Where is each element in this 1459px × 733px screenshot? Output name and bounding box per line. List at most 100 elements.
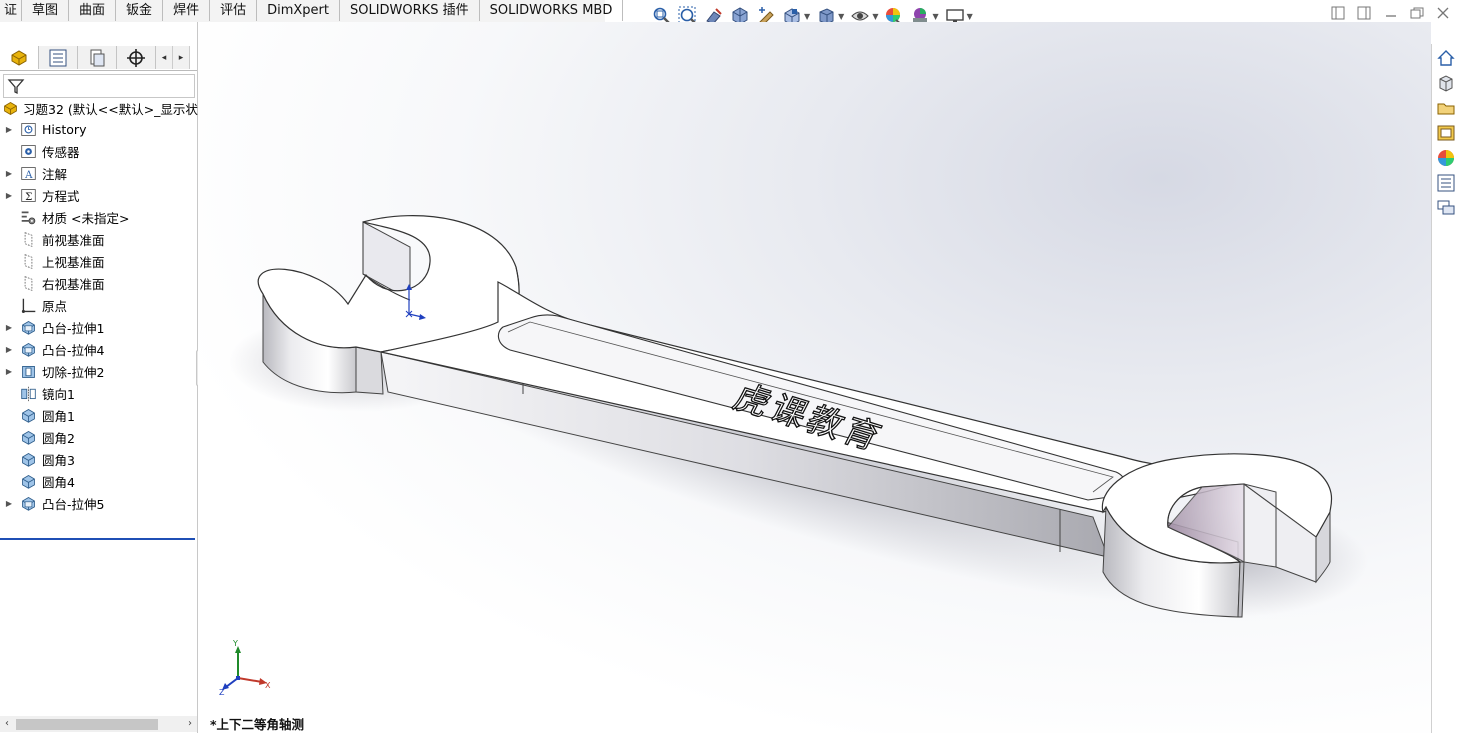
graphics-area[interactable]: 虎课教育 Y X Z *上下二等角轴测 (198, 22, 1431, 733)
expand-arrow-icon[interactable]: ▶ (0, 499, 18, 508)
tree-item-label: 前视基准面 (42, 232, 105, 248)
wrench-model[interactable]: 虎课教育 (198, 22, 1431, 733)
tab-scroll-right-icon[interactable]: ▸ (173, 46, 190, 69)
triad-y-label: Y (232, 639, 238, 648)
propertymanager-tab[interactable] (39, 46, 78, 69)
tree-item[interactable]: 前视基准面 (0, 228, 197, 250)
command-manager-tabs: 证 草图 曲面 钣金 焊件 评估 DimXpert SOLIDWORKS 插件 … (0, 0, 624, 23)
tree-item-label: 原点 (42, 298, 68, 314)
tree-item-label: 注解 (42, 166, 68, 182)
dimxpert-tab[interactable] (117, 46, 156, 69)
close-icon[interactable] (1435, 6, 1451, 20)
tab-sketch[interactable]: 草图 (22, 0, 70, 21)
tree-item[interactable]: 圆角4 (0, 470, 197, 492)
tab-evaluate[interactable]: 评估 (210, 0, 258, 21)
tree-horizontal-scrollbar[interactable]: ‹ › (0, 716, 197, 732)
custom-properties-icon[interactable] (1434, 172, 1458, 194)
tree-item[interactable]: 镜向1 (0, 382, 197, 404)
configurationmanager-tab[interactable] (78, 46, 117, 69)
triad-z-label: Z (219, 688, 225, 697)
filter-icon (7, 79, 25, 95)
tab-solidworks-mbd[interactable]: SOLIDWORKS MBD (480, 0, 624, 21)
home-icon[interactable] (1434, 47, 1458, 69)
scroll-right-icon[interactable]: › (183, 716, 197, 732)
tab-surface[interactable]: 曲面 (69, 0, 117, 21)
cut-extrude-icon (18, 362, 38, 380)
tree-item-label: 上视基准面 (42, 254, 105, 270)
tree-item-label: 圆角3 (42, 452, 75, 468)
configuration-icon (90, 49, 105, 66)
appearances-icon[interactable] (1434, 147, 1458, 169)
tab-feature[interactable]: 证 (0, 0, 23, 21)
tab-solidworks-addins[interactable]: SOLIDWORKS 插件 (340, 0, 480, 21)
tab-dimxpert[interactable]: DimXpert (257, 0, 340, 21)
tree-item[interactable]: 圆角3 (0, 448, 197, 470)
tree-item[interactable]: 传感器 (0, 140, 197, 162)
tree-item[interactable]: 圆角2 (0, 426, 197, 448)
tree-item[interactable]: 上视基准面 (0, 250, 197, 272)
feature-tree-filter[interactable] (3, 74, 195, 98)
scroll-thumb[interactable] (16, 719, 158, 730)
tree-item[interactable]: ▶ 切除-拉伸2 (0, 360, 197, 382)
expand-arrow-icon[interactable]: ▶ (0, 191, 18, 200)
tree-item-label: 方程式 (42, 188, 80, 204)
tree-item-label: 圆角4 (42, 474, 75, 490)
property-list-icon (49, 49, 67, 66)
fillet-icon (18, 406, 38, 424)
tree-item-label: 材质 <未指定> (42, 210, 130, 226)
tree-item[interactable]: ▶ Σ 方程式 (0, 184, 197, 206)
fillet-icon (18, 472, 38, 490)
tree-item[interactable]: ▶ 凸台-拉伸1 (0, 316, 197, 338)
tree-item[interactable]: 原点 (0, 294, 197, 316)
tree-item-label: 镜向1 (42, 386, 75, 402)
expand-arrow-icon[interactable]: ▶ (0, 367, 18, 376)
tab-sheet-metal[interactable]: 钣金 (116, 0, 164, 21)
chevron-down-icon[interactable]: ▼ (967, 12, 973, 21)
forum-icon[interactable] (1434, 197, 1458, 219)
design-library-icon[interactable] (1434, 72, 1458, 94)
tree-item[interactable]: 材质 <未指定> (0, 206, 197, 228)
scroll-left-icon[interactable]: ‹ (0, 716, 14, 732)
equation-icon: Σ (18, 186, 38, 204)
tile-left-icon[interactable] (1331, 6, 1347, 20)
tree-item[interactable]: ▶ A 注解 (0, 162, 197, 184)
chevron-down-icon[interactable]: ▼ (932, 12, 938, 21)
history-icon (18, 120, 38, 138)
expand-arrow-icon[interactable]: ▶ (0, 323, 18, 332)
reference-triad: Y X Z (219, 639, 271, 697)
tree-item[interactable]: 右视基准面 (0, 272, 197, 294)
tree-item[interactable]: ▶ 凸台-拉伸4 (0, 338, 197, 360)
view-orientation-label: *上下二等角轴测 (210, 717, 305, 732)
tab-weldments[interactable]: 焊件 (163, 0, 211, 21)
expand-arrow-icon[interactable]: ▶ (0, 169, 18, 178)
window-controls (1331, 6, 1451, 20)
manager-pane: ◂ ▸ 习题32 (默认<<默认>_显示状态 ▶ History 传感器 ▶ A 注解 ▶ Σ… (0, 22, 210, 733)
crosshair-icon (127, 48, 145, 67)
tree-root-part[interactable]: 习题32 (默认<<默认>_显示状态 (0, 98, 210, 118)
boss-extrude-icon (18, 494, 38, 512)
file-explorer-icon[interactable] (1434, 97, 1458, 119)
tree-item-label: 右视基准面 (42, 276, 105, 292)
tree-item-label: 凸台-拉伸1 (42, 320, 105, 336)
chevron-down-icon[interactable]: ▼ (838, 12, 844, 21)
rollback-bar[interactable] (0, 538, 195, 540)
material-icon (18, 208, 38, 226)
view-palette-icon[interactable] (1434, 122, 1458, 144)
restore-icon[interactable] (1409, 6, 1425, 20)
chevron-down-icon[interactable]: ▼ (872, 12, 878, 21)
expand-arrow-icon[interactable]: ▶ (0, 345, 18, 354)
chevron-down-icon[interactable]: ▼ (804, 12, 810, 21)
tree-item[interactable]: ▶ 凸台-拉伸5 (0, 492, 197, 514)
svg-text:Σ: Σ (25, 191, 32, 202)
expand-arrow-icon[interactable]: ▶ (0, 125, 18, 134)
tree-item-label: 圆角2 (42, 430, 75, 446)
tab-scroll-left-icon[interactable]: ◂ (156, 46, 173, 69)
minimize-icon[interactable] (1383, 6, 1399, 20)
tree-item-label: 凸台-拉伸4 (42, 342, 105, 358)
featuremanager-tab[interactable] (0, 46, 39, 69)
tile-right-icon[interactable] (1357, 6, 1373, 20)
tree-item-label: 圆角1 (42, 408, 75, 424)
tree-item[interactable]: ▶ History (0, 118, 197, 140)
tree-item[interactable]: 圆角1 (0, 404, 197, 426)
part-icon (2, 99, 19, 117)
